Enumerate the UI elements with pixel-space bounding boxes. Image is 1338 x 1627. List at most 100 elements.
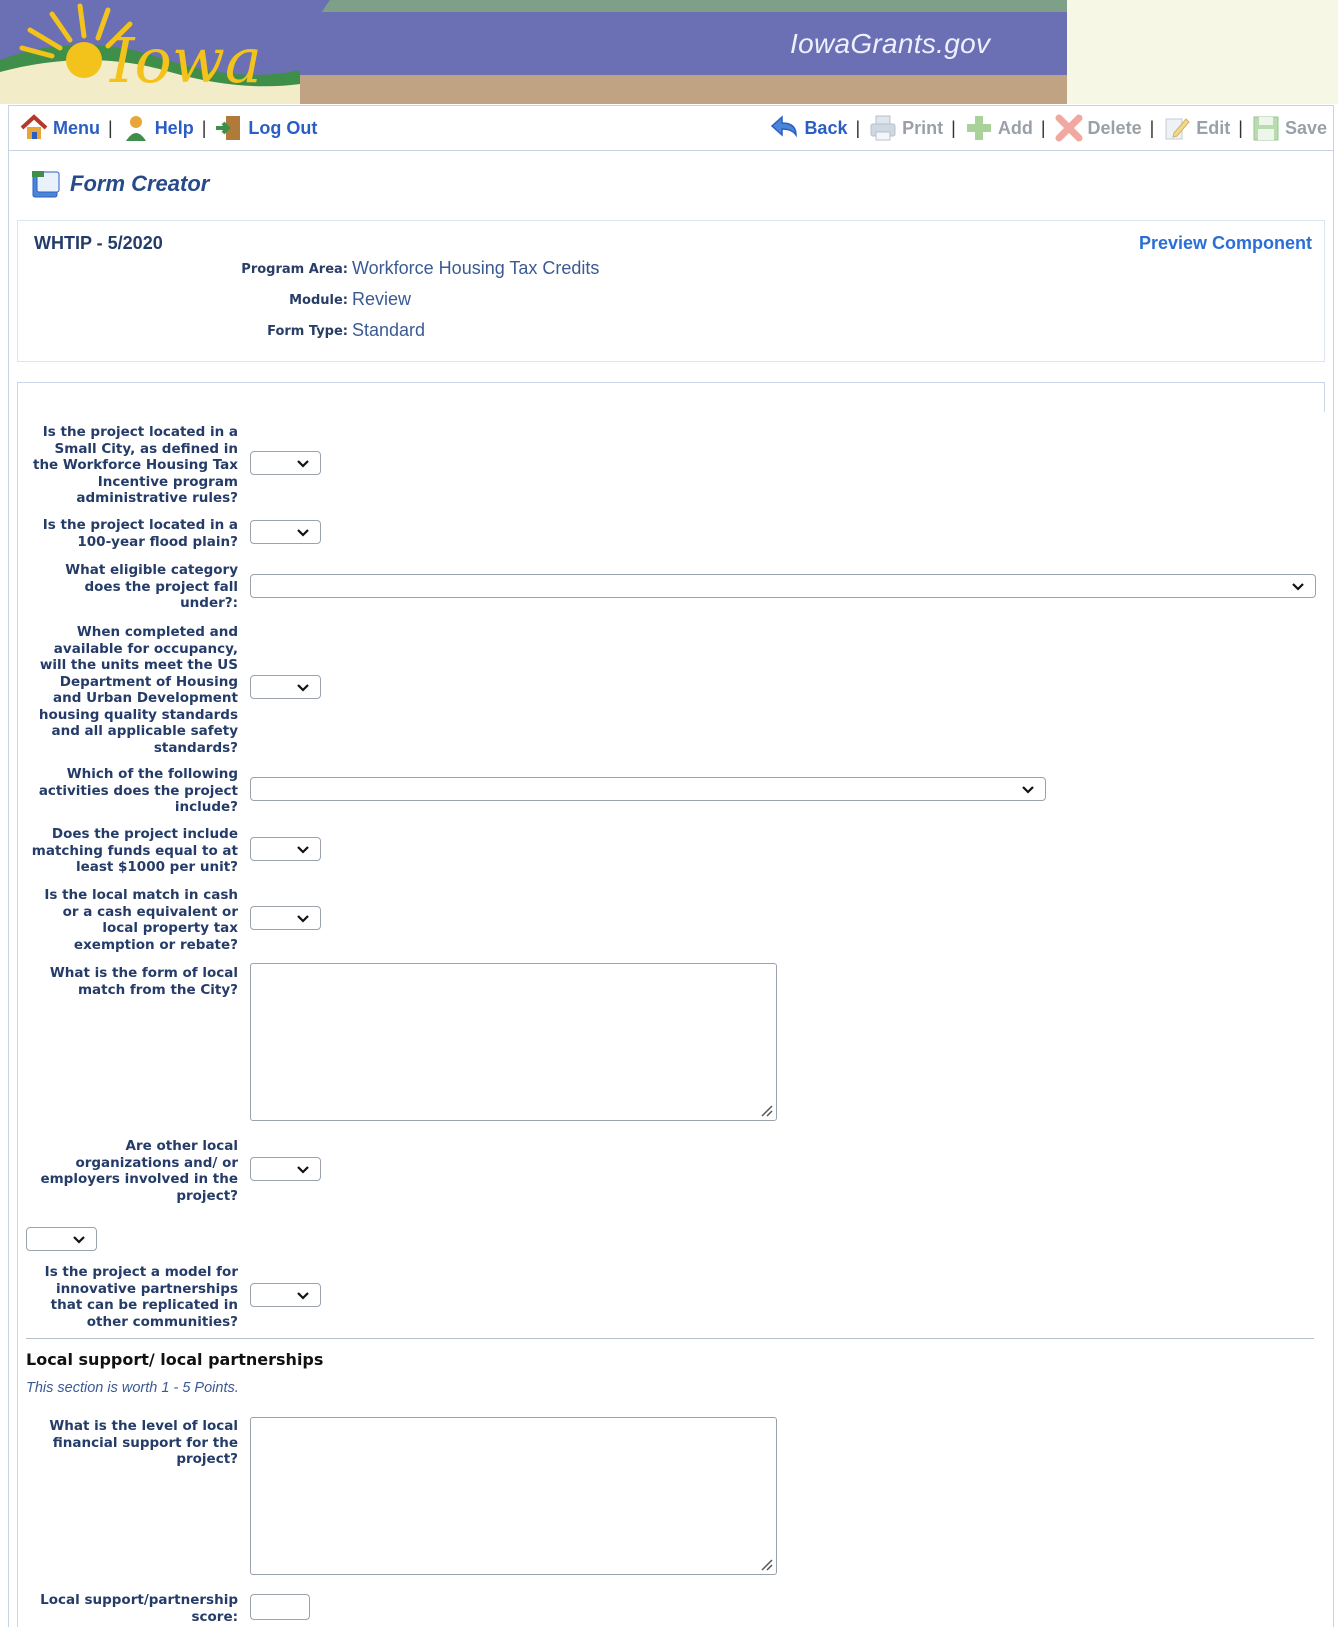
help-person-icon xyxy=(125,116,146,141)
home-icon xyxy=(20,114,48,139)
resize-grip-icon xyxy=(761,1105,773,1117)
form-body-edge xyxy=(1324,382,1325,412)
toolbar-separator: | xyxy=(201,117,207,138)
add-label: Add xyxy=(997,117,1033,138)
add-plus-icon xyxy=(966,116,991,140)
chevron-down-icon xyxy=(297,1166,309,1174)
question-flood-plain-label: Is the project located in a 100-year flo… xyxy=(42,517,238,550)
program-area-row: Program Area: Workforce Housing Tax Cred… xyxy=(18,258,718,282)
logout-label: Log Out xyxy=(248,117,318,138)
edit-pencil-icon xyxy=(1165,118,1190,140)
question-matching-funds-label: Does the project include matching funds … xyxy=(31,826,238,875)
preview-component-link[interactable]: Preview Component xyxy=(1139,233,1312,254)
save-label: Save xyxy=(1284,117,1327,138)
program-area-value: Workforce Housing Tax Credits xyxy=(352,258,600,278)
question-small-city-label: Is the project located in a Small City, … xyxy=(32,424,238,506)
chevron-down-icon xyxy=(297,915,309,923)
printer-icon xyxy=(870,115,896,141)
toolbar-separator: | xyxy=(1040,117,1046,138)
matching-funds-select[interactable] xyxy=(250,837,321,861)
section-heading: Local support/ local partnerships xyxy=(26,1350,324,1369)
menu-label: Menu xyxy=(53,117,100,138)
section-divider xyxy=(26,1338,1314,1339)
local-match-cash-select[interactable] xyxy=(250,906,321,930)
support-score-input[interactable] xyxy=(250,1594,310,1620)
module-row: Module: Review xyxy=(18,289,718,313)
section-note: This section is worth 1 - 5 Points. xyxy=(26,1380,239,1396)
form-type-row: Form Type: Standard xyxy=(18,320,718,344)
toolbar-separator: | xyxy=(951,117,956,138)
help-button[interactable]: Help xyxy=(121,113,194,143)
unlabeled-select[interactable] xyxy=(26,1227,97,1251)
program-area-label: Program Area: xyxy=(241,262,348,277)
activities-select[interactable] xyxy=(250,777,1046,801)
delete-button[interactable]: Delete xyxy=(1054,113,1142,143)
toolbar-separator: | xyxy=(1149,117,1155,138)
form-header-box: WHTIP - 5/2020 Preview Component Program… xyxy=(17,220,1325,362)
banner-filler xyxy=(1067,0,1338,104)
financial-support-textarea[interactable] xyxy=(250,1417,777,1575)
banner-main: Iowa IowaGrants.gov xyxy=(0,0,1067,104)
chevron-down-icon xyxy=(1022,786,1034,794)
back-label: Back xyxy=(804,117,848,138)
question-activities-label: Which of the following activities does t… xyxy=(38,766,238,815)
edit-label: Edit xyxy=(1196,117,1231,138)
form-type-label: Form Type: xyxy=(267,324,348,339)
save-button[interactable]: Save xyxy=(1251,113,1327,143)
iowa-logo: Iowa xyxy=(0,0,330,104)
page-title: Form Creator xyxy=(30,168,209,200)
chevron-down-icon xyxy=(73,1236,85,1244)
delete-x-icon xyxy=(1055,114,1083,142)
resize-grip-icon xyxy=(761,1559,773,1571)
logout-door-icon xyxy=(216,116,241,140)
chevron-down-icon xyxy=(297,460,309,468)
help-label: Help xyxy=(154,117,194,138)
toolbar: Menu | Help | Log Out Back | Print | Add… xyxy=(8,105,1334,151)
edit-button[interactable]: Edit xyxy=(1162,113,1230,143)
svg-text:Iowa: Iowa xyxy=(109,24,262,97)
hud-standards-select[interactable] xyxy=(250,675,321,699)
module-value: Review xyxy=(352,289,412,309)
delete-label: Delete xyxy=(1087,117,1142,138)
form-creator-icon xyxy=(32,171,60,198)
other-orgs-select[interactable] xyxy=(250,1157,321,1181)
question-innovative-partnerships-label: Is the project a model for innovative pa… xyxy=(44,1264,238,1330)
toolbar-separator: | xyxy=(108,117,113,138)
add-button[interactable]: Add xyxy=(964,113,1033,143)
banner-bottom-strip xyxy=(290,75,1067,104)
module-label: Module: xyxy=(289,293,348,308)
chevron-down-icon xyxy=(297,1292,309,1300)
chevron-down-icon xyxy=(297,529,309,537)
menu-button[interactable]: Menu xyxy=(19,113,100,143)
question-hud-standards-label: When completed and available for occupan… xyxy=(38,624,238,756)
back-arrow-icon xyxy=(771,115,798,138)
toolbar-separator: | xyxy=(855,117,861,138)
question-other-orgs-label: Are other local organizations and/ or em… xyxy=(40,1138,238,1204)
back-button[interactable]: Back xyxy=(770,113,847,143)
question-local-match-cash-label: Is the local match in cash or a cash equ… xyxy=(44,887,238,953)
toolbar-separator: | xyxy=(1238,117,1243,138)
eligible-category-select[interactable] xyxy=(250,574,1316,598)
local-match-form-textarea[interactable] xyxy=(250,963,777,1121)
logout-button[interactable]: Log Out xyxy=(214,113,317,143)
save-disk-icon xyxy=(1253,116,1279,141)
flood-plain-select[interactable] xyxy=(250,520,321,544)
toolbar-left: Menu | Help | Log Out xyxy=(19,106,317,150)
site-name: IowaGrants.gov xyxy=(790,28,991,59)
print-label: Print xyxy=(902,117,944,138)
chevron-down-icon xyxy=(1292,583,1304,591)
form-type-value: Standard xyxy=(352,320,426,340)
print-button[interactable]: Print xyxy=(868,113,943,143)
page-title-text: Form Creator xyxy=(70,171,210,196)
form-name: WHTIP - 5/2020 xyxy=(34,233,163,253)
small-city-select[interactable] xyxy=(250,451,321,475)
chevron-down-icon xyxy=(297,684,309,692)
innovative-partnerships-select[interactable] xyxy=(250,1283,321,1307)
toolbar-right: Back | Print | Add | Delete | Edit | Sav… xyxy=(770,106,1327,150)
question-financial-support-label: What is the level of local financial sup… xyxy=(49,1418,238,1467)
chevron-down-icon xyxy=(297,846,309,854)
site-banner: Iowa IowaGrants.gov xyxy=(0,0,1338,104)
question-eligible-category-label: What eligible category does the project … xyxy=(65,562,238,611)
question-local-match-form-label: What is the form of local match from the… xyxy=(49,965,238,998)
question-support-score-label: Local support/partnership score: xyxy=(40,1592,238,1625)
